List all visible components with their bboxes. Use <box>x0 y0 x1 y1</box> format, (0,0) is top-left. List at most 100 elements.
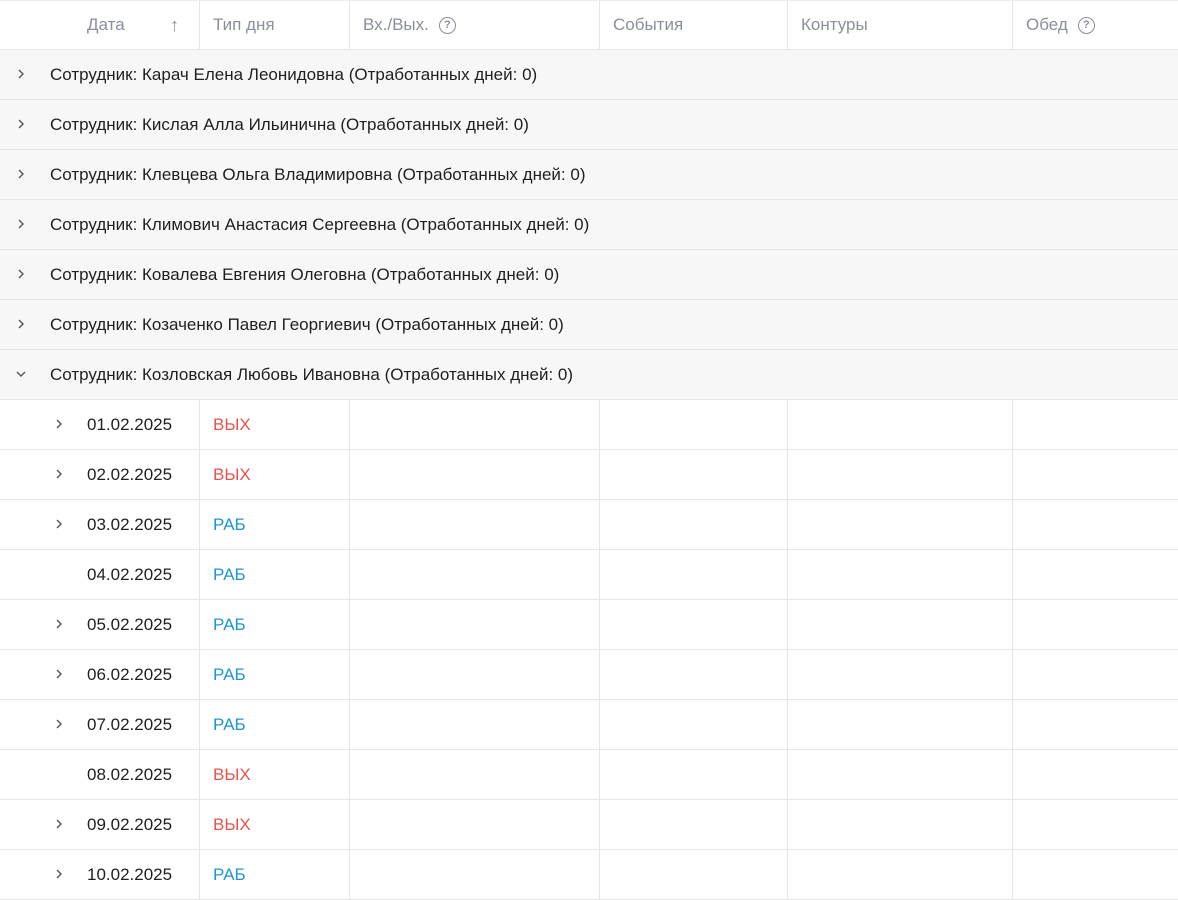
day-row[interactable]: 04.02.2025 РАБ <box>0 550 1178 600</box>
employee-group-row[interactable]: Сотрудник: Козловская Любовь Ивановна (О… <box>0 350 1178 400</box>
employee-group-row[interactable]: Сотрудник: Ковалева Евгения Олеговна (От… <box>0 250 1178 300</box>
table-body: Сотрудник: Карач Елена Леонидовна (Отраб… <box>0 50 1178 900</box>
chevron-right-icon[interactable] <box>51 716 67 732</box>
day-date: 05.02.2025 <box>87 614 173 634</box>
chevron-right-icon[interactable] <box>13 66 29 82</box>
lunch-cell <box>1012 600 1178 649</box>
day-row[interactable]: 01.02.2025 ВЫХ <box>0 400 1178 450</box>
events-cell <box>599 450 788 499</box>
day-type-value: ВЫХ <box>213 414 251 434</box>
day-type-value: РАБ <box>213 614 246 634</box>
in-out-cell <box>349 550 600 599</box>
employee-group-label: Сотрудник: Клевцева Ольга Владимировна (… <box>50 164 586 184</box>
employee-group-row[interactable]: Сотрудник: Клевцева Ольга Владимировна (… <box>0 150 1178 200</box>
in-out-cell <box>349 400 600 449</box>
chevron-right-icon[interactable] <box>51 816 67 832</box>
column-header-events[interactable]: События <box>599 1 788 49</box>
employee-group-label: Сотрудник: Климович Анастасия Сергеевна … <box>50 214 590 234</box>
column-header-lunch[interactable]: Обед ? <box>1012 1 1178 49</box>
in-out-cell <box>349 700 600 749</box>
day-row[interactable]: 05.02.2025 РАБ <box>0 600 1178 650</box>
day-type-cell: РАБ <box>199 850 350 899</box>
lunch-cell <box>1012 800 1178 849</box>
help-icon[interactable]: ? <box>438 16 456 34</box>
lunch-cell <box>1012 500 1178 549</box>
table-header: Дата ↑ Тип дня Вх./Вых. ? События Контур… <box>0 0 1178 50</box>
day-row[interactable]: 06.02.2025 РАБ <box>0 650 1178 700</box>
column-events-label: События <box>613 15 684 34</box>
events-cell <box>599 500 788 549</box>
chevron-right-icon[interactable] <box>13 266 29 282</box>
column-header-in-out[interactable]: Вх./Вых. ? <box>349 1 600 49</box>
employee-group-label: Сотрудник: Кислая Алла Ильинична (Отрабо… <box>50 114 529 134</box>
employee-group-row[interactable]: Сотрудник: Карач Елена Леонидовна (Отраб… <box>0 50 1178 100</box>
column-day-type-label: Тип дня <box>213 15 275 34</box>
day-type-value: РАБ <box>213 714 246 734</box>
employee-group-row[interactable]: Сотрудник: Кислая Алла Ильинична (Отрабо… <box>0 100 1178 150</box>
chevron-right-icon[interactable] <box>13 316 29 332</box>
column-contours-label: Контуры <box>801 15 868 34</box>
chevron-right-icon[interactable] <box>51 516 67 532</box>
day-date: 06.02.2025 <box>87 664 173 684</box>
day-row[interactable]: 10.02.2025 РАБ <box>0 850 1178 900</box>
day-date: 08.02.2025 <box>87 764 173 784</box>
contours-cell <box>787 750 1013 799</box>
lunch-cell <box>1012 650 1178 699</box>
chevron-right-icon[interactable] <box>51 416 67 432</box>
day-row[interactable]: 09.02.2025 ВЫХ <box>0 800 1178 850</box>
employee-group-label: Сотрудник: Козаченко Павел Георгиевич (О… <box>50 314 564 334</box>
events-cell <box>599 650 788 699</box>
chevron-right-icon[interactable] <box>13 166 29 182</box>
day-type-cell: ВЫХ <box>199 450 350 499</box>
day-type-cell: ВЫХ <box>199 800 350 849</box>
chevron-right-icon[interactable] <box>51 616 67 632</box>
arrow-up-icon[interactable]: ↑ <box>170 15 179 36</box>
events-cell <box>599 850 788 899</box>
employee-group-label: Сотрудник: Козловская Любовь Ивановна (О… <box>50 364 574 384</box>
chevron-down-icon[interactable] <box>13 366 29 382</box>
contours-cell <box>787 400 1013 449</box>
in-out-cell <box>349 450 600 499</box>
chevron-right-icon[interactable] <box>13 116 29 132</box>
lunch-cell <box>1012 700 1178 749</box>
day-type-value: РАБ <box>213 564 246 584</box>
employee-group-label: Сотрудник: Ковалева Евгения Олеговна (От… <box>50 264 560 284</box>
column-lunch-label: Обед <box>1026 15 1068 34</box>
help-icon[interactable]: ? <box>1077 16 1095 34</box>
lunch-cell <box>1012 450 1178 499</box>
column-header-day-type[interactable]: Тип дня <box>199 1 350 49</box>
day-row[interactable]: 07.02.2025 РАБ <box>0 700 1178 750</box>
events-cell <box>599 750 788 799</box>
chevron-right-icon[interactable] <box>51 866 67 882</box>
chevron-right-icon[interactable] <box>51 666 67 682</box>
day-type-cell: РАБ <box>199 500 350 549</box>
events-cell <box>599 800 788 849</box>
day-date: 03.02.2025 <box>87 514 173 534</box>
day-type-value: ВЫХ <box>213 464 251 484</box>
chevron-right-icon[interactable] <box>51 466 67 482</box>
in-out-cell <box>349 800 600 849</box>
in-out-cell <box>349 750 600 799</box>
contours-cell <box>787 450 1013 499</box>
chevron-right-icon[interactable] <box>13 216 29 232</box>
in-out-cell <box>349 850 600 899</box>
day-type-cell: РАБ <box>199 600 350 649</box>
lunch-cell <box>1012 750 1178 799</box>
day-row[interactable]: 02.02.2025 ВЫХ <box>0 450 1178 500</box>
contours-cell <box>787 700 1013 749</box>
employee-group-row[interactable]: Сотрудник: Климович Анастасия Сергеевна … <box>0 200 1178 250</box>
day-row[interactable]: 08.02.2025 ВЫХ <box>0 750 1178 800</box>
day-type-value: РАБ <box>213 664 246 684</box>
in-out-cell <box>349 600 600 649</box>
lunch-cell <box>1012 550 1178 599</box>
column-date-label: Дата <box>87 15 125 34</box>
day-row[interactable]: 03.02.2025 РАБ <box>0 500 1178 550</box>
lunch-cell <box>1012 850 1178 899</box>
column-in-out-label: Вх./Вых. <box>363 15 429 34</box>
day-date: 07.02.2025 <box>87 714 173 734</box>
column-header-contours[interactable]: Контуры <box>787 1 1013 49</box>
column-header-date[interactable]: Дата ↑ <box>0 1 200 49</box>
lunch-cell <box>1012 400 1178 449</box>
employee-group-row[interactable]: Сотрудник: Козаченко Павел Георгиевич (О… <box>0 300 1178 350</box>
day-type-value: ВЫХ <box>213 764 251 784</box>
